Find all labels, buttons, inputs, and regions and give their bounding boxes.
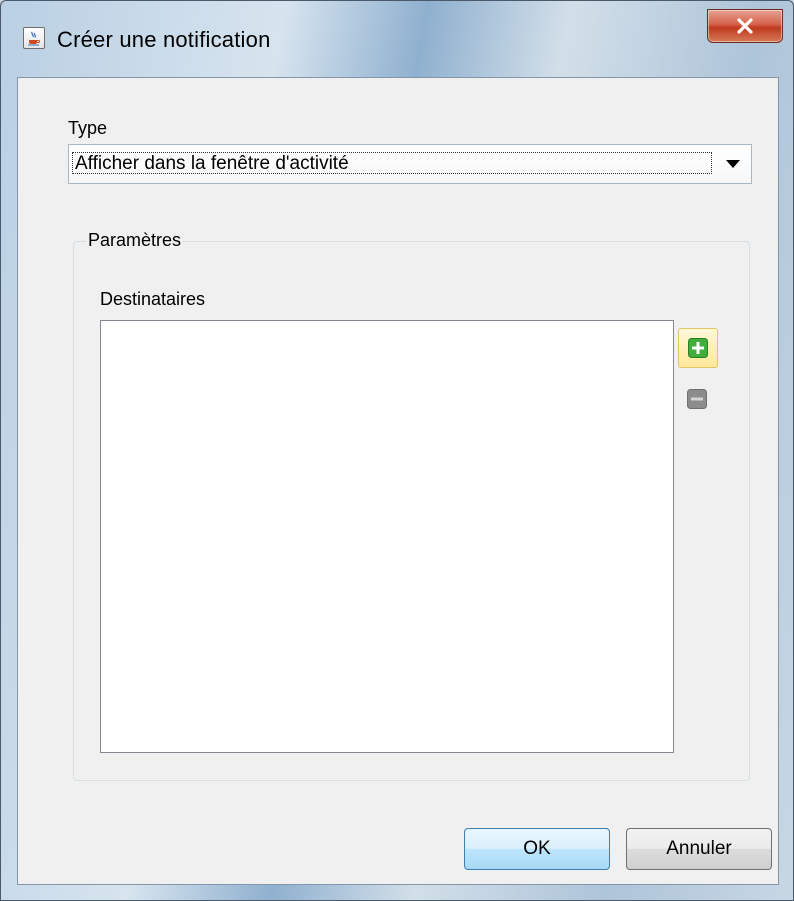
ok-button[interactable]: OK [464,828,610,870]
parameters-legend: Paramètres [86,230,184,251]
type-dropdown[interactable]: Afficher dans la fenêtre d'activité [68,144,752,184]
java-cup-icon [23,27,45,49]
close-button[interactable] [707,9,783,43]
chevron-down-icon [726,160,740,168]
type-dropdown-arrow[interactable] [715,145,751,183]
add-recipient-button[interactable] [678,328,718,368]
type-label: Type [68,118,108,138]
parameters-group: Paramètres Destinataires [73,230,750,781]
plus-icon [688,338,708,358]
recipients-label: Destinataires [100,289,206,309]
minus-icon [687,389,707,409]
dialog-window: Créer une notification Type Afficher dan… [0,0,794,901]
type-dropdown-value: Afficher dans la fenêtre d'activité [72,152,712,174]
cancel-button[interactable]: Annuler [626,828,772,870]
window-title: Créer une notification [57,27,271,52]
dialog-content: Type Afficher dans la fenêtre d'activité… [17,77,779,885]
recipients-list[interactable] [100,320,674,753]
close-icon [737,18,753,34]
remove-recipient-button[interactable] [678,380,718,420]
title-bar[interactable]: Créer une notification [1,1,793,77]
